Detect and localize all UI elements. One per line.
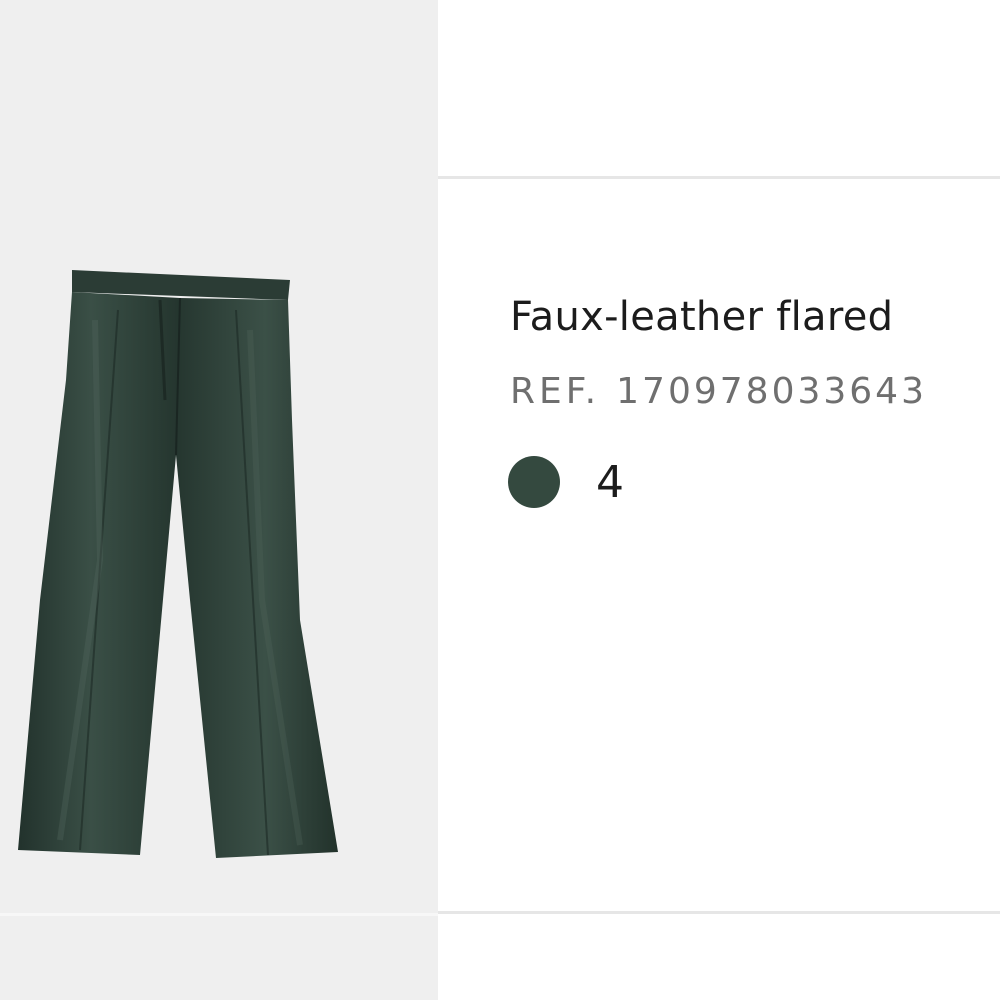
reference-number: 170978033643 [616,371,927,412]
bottom-divider [438,911,1000,914]
image-bottom-separator [0,913,438,916]
reference-label: REF. [510,371,601,412]
color-count: 4 [596,456,624,508]
product-info-panel: Faux-leather flared REF. 170978033643 4 [438,0,1000,1000]
color-options[interactable]: 4 [508,452,624,512]
product-image-panel[interactable] [0,0,438,1000]
top-divider [438,176,1000,179]
faux-leather-trousers-icon[interactable] [0,0,438,913]
product-reference: REF. 170978033643 [510,371,927,412]
color-swatch[interactable] [508,456,560,508]
product-title[interactable]: Faux-leather flared [510,294,893,340]
